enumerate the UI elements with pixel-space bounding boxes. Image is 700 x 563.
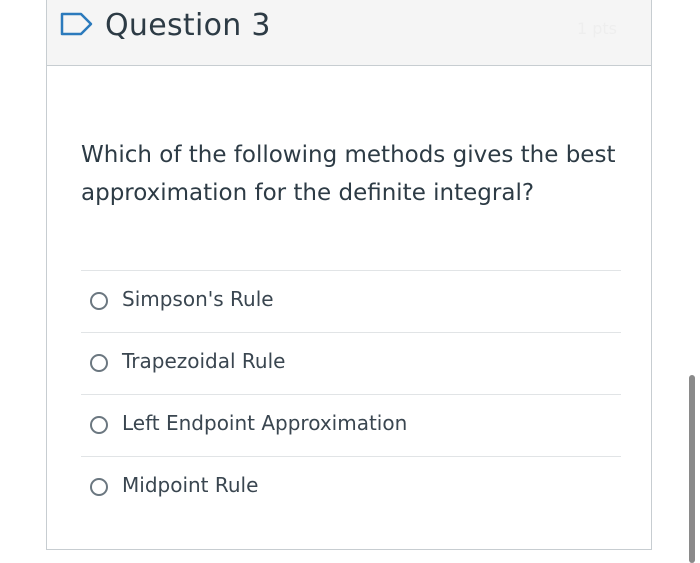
answer-label: Midpoint Rule (122, 473, 259, 497)
radio-button[interactable] (90, 416, 108, 434)
question-header: Question 3 1 pts (47, 0, 651, 66)
answer-option[interactable]: Simpson's Rule (81, 270, 621, 332)
question-title: Question 3 (105, 8, 271, 43)
answer-list: Simpson's Rule Trapezoidal Rule Left End… (81, 270, 621, 518)
question-points: 1 pts (576, 19, 617, 38)
answer-label: Left Endpoint Approximation (122, 411, 408, 435)
flag-question-icon[interactable] (60, 12, 94, 36)
answer-option[interactable]: Midpoint Rule (81, 456, 621, 518)
question-text: Which of the following methods gives the… (81, 142, 616, 206)
radio-button[interactable] (90, 354, 108, 372)
answer-option[interactable]: Trapezoidal Rule (81, 332, 621, 394)
radio-button[interactable] (90, 292, 108, 310)
answer-label: Trapezoidal Rule (122, 349, 286, 373)
scrollbar-thumb[interactable] (689, 375, 695, 563)
answer-label: Simpson's Rule (122, 287, 274, 311)
question-card: Question 3 1 pts Which of the following … (46, 0, 652, 550)
answer-option[interactable]: Left Endpoint Approximation (81, 394, 621, 456)
radio-button[interactable] (90, 478, 108, 496)
